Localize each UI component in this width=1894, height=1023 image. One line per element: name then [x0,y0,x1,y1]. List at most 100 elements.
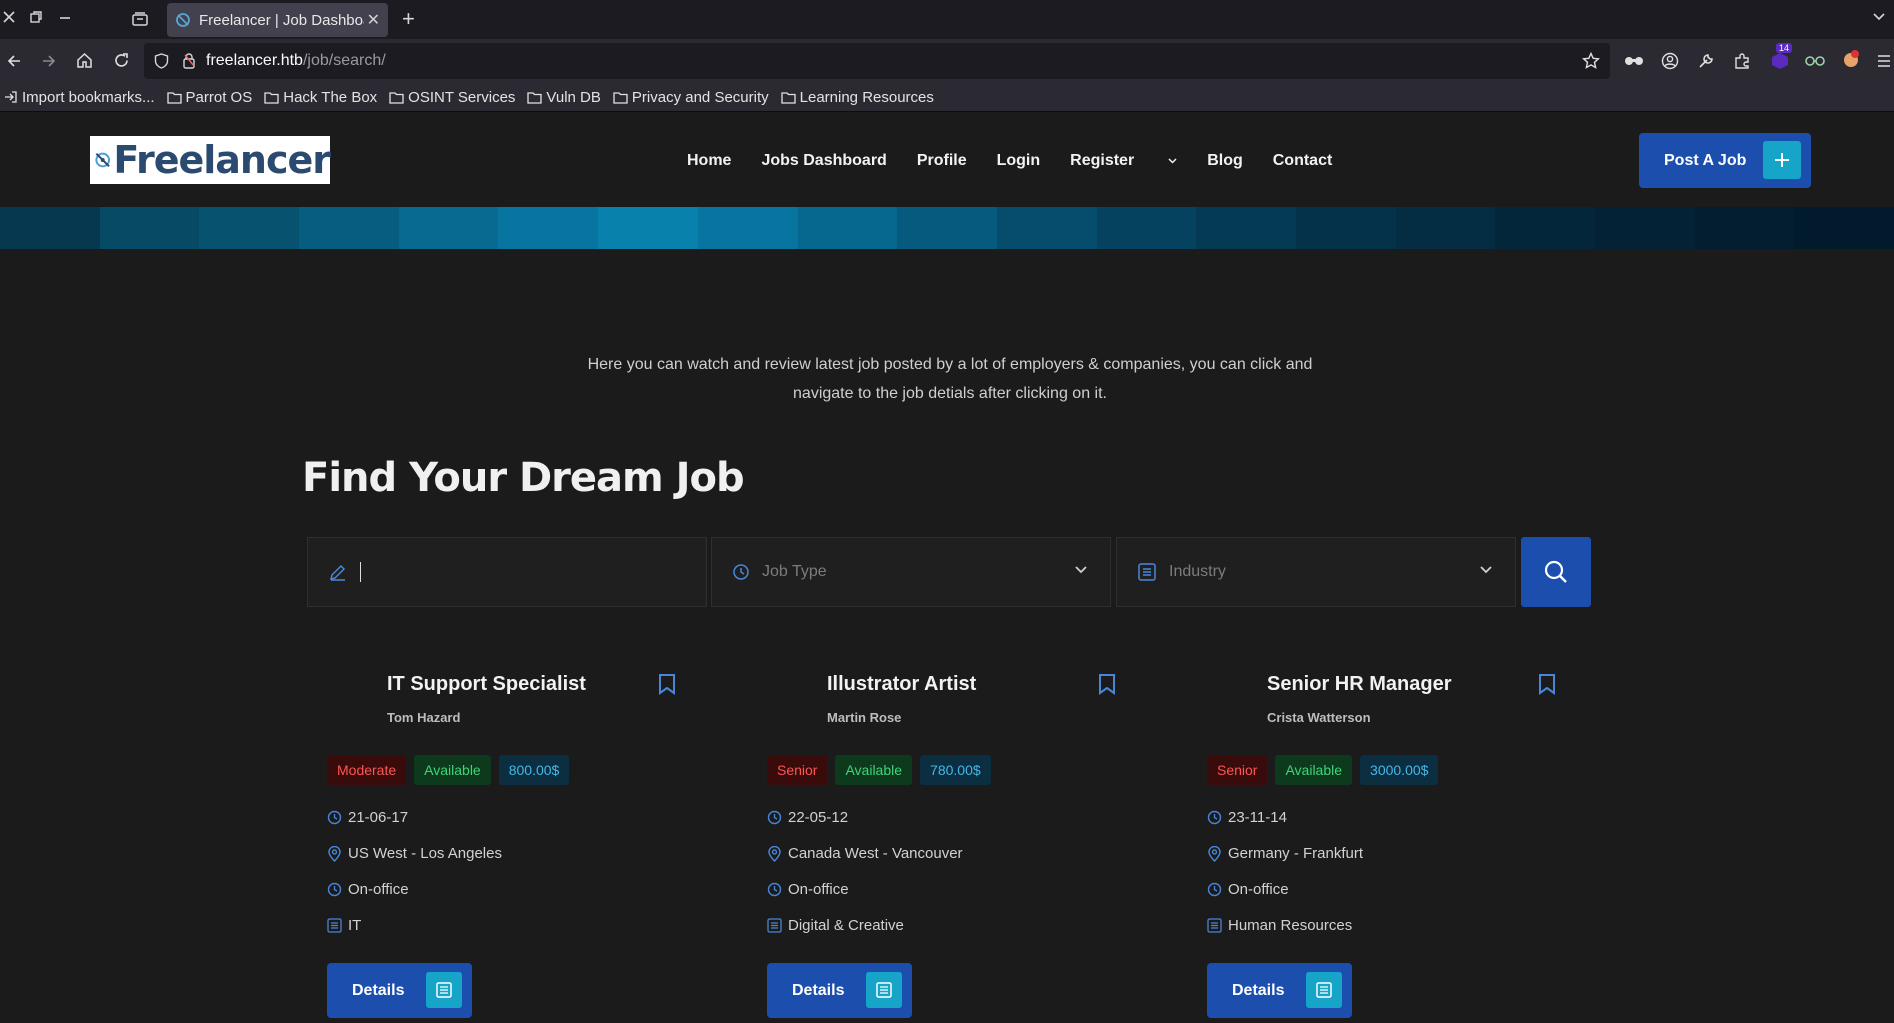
industry-placeholder: Industry [1169,563,1226,580]
pencil-icon [329,564,346,581]
status-badge: Available [414,755,491,785]
clock-icon [1207,882,1222,897]
folder-icon [613,91,628,104]
text-cursor [360,562,361,582]
extensions-puzzle-icon[interactable] [1733,52,1751,70]
job-date: 22-05-12 [767,809,848,826]
job-tags: Senior Available 3000.00$ [1207,755,1446,785]
extension-cookie-icon[interactable] [1841,49,1861,69]
restore-window-icon[interactable] [29,10,43,24]
freelancer-favicon-icon [175,12,191,28]
nav-register[interactable]: Register [1070,152,1177,170]
industry-select[interactable]: Industry [1116,537,1516,607]
bookmark-folder-privacy[interactable]: Privacy and Security [613,89,769,106]
site-logo[interactable]: Freelancer [90,136,331,184]
forward-arrow-icon[interactable] [41,53,57,69]
document-icon [866,972,902,1008]
details-button[interactable]: Details [1207,963,1352,1018]
job-type-select[interactable]: Job Type [711,537,1111,607]
salary-badge: 800.00$ [498,755,570,785]
tab-close-icon[interactable]: ✕ [367,10,380,30]
location-pin-icon [768,845,781,862]
bookmark-folder-vuln-db[interactable]: Vuln DB [527,89,601,106]
details-button[interactable]: Details [767,963,912,1018]
search-button[interactable] [1521,537,1591,607]
details-label: Details [792,981,845,999]
hero-banner-strip [0,207,1894,249]
details-label: Details [352,981,405,999]
tab-list-chevron-icon[interactable] [1872,12,1886,22]
details-button[interactable]: Details [327,963,472,1018]
bookmark-icon[interactable] [658,673,676,695]
job-type: On-office [327,881,409,898]
list-icon [1138,563,1156,581]
bookmark-icon[interactable] [1538,673,1556,695]
tab-freelancer[interactable]: Freelancer | Job Dashboard ✕ [167,3,388,37]
job-title[interactable]: Senior HR Manager [1267,673,1451,696]
nav-login[interactable]: Login [997,152,1041,170]
bookmark-import[interactable]: Import bookmarks... [4,89,155,106]
account-icon[interactable] [1661,52,1679,70]
chevron-down-icon [1480,566,1492,574]
intro-line-2: navigate to the job detials after clicki… [793,385,1107,402]
bookmark-folder-hack-the-box[interactable]: Hack The Box [264,89,377,106]
nav-profile[interactable]: Profile [917,152,967,170]
clock-icon [733,564,749,580]
clock-icon [327,810,342,825]
new-tab-icon[interactable]: + [402,8,415,30]
job-type: On-office [1207,881,1289,898]
lock-icon[interactable] [182,52,196,69]
logo-mark-icon [95,152,111,168]
tracking-shield-icon[interactable] [154,53,169,69]
nav-contact[interactable]: Contact [1273,152,1333,170]
bookmark-folder-osint[interactable]: OSINT Services [389,89,515,106]
tools-wrench-icon[interactable] [1697,52,1715,70]
bookmark-folder-learning[interactable]: Learning Resources [780,89,934,106]
job-tags: Moderate Available 800.00$ [327,755,577,785]
keyword-search-input[interactable] [307,537,707,607]
list-icon [1207,918,1222,933]
app-menu-icon[interactable] [1876,53,1892,69]
folder-icon [780,91,796,104]
job-title[interactable]: IT Support Specialist [387,673,586,696]
document-icon [1306,972,1342,1008]
job-date: 23-11-14 [1207,809,1287,826]
job-industry: IT [327,917,361,934]
document-icon [426,972,462,1008]
job-card: Senior HR Manager Crista Watterson Senio… [1195,665,1575,1023]
bookmark-icon[interactable] [1098,673,1116,695]
job-date: 21-06-17 [327,809,408,826]
post-job-button[interactable]: Post A Job [1639,133,1811,188]
chevron-down-icon [1075,566,1087,574]
minimize-window-icon[interactable] [58,10,72,24]
nav-blog[interactable]: Blog [1207,152,1243,170]
salary-badge: 780.00$ [920,755,991,785]
clock-icon [327,882,342,897]
folder-icon [389,91,404,104]
close-window-icon[interactable] [2,10,16,24]
bookmark-star-icon[interactable] [1582,52,1600,70]
details-label: Details [1232,981,1285,999]
nav-jobs-dashboard[interactable]: Jobs Dashboard [761,152,886,170]
reload-icon[interactable] [113,52,130,69]
search-icon [1544,560,1567,583]
url-bar[interactable]: freelancer.htb/job/search/ [144,43,1610,79]
extension-badge: 14 [1776,43,1793,53]
extension-glasses-icon[interactable] [1805,52,1825,68]
status-badge: Available [1275,755,1353,785]
tab-title: Freelancer | Job Dashboard [199,11,364,29]
job-industry: Human Resources [1207,917,1352,934]
import-icon [5,91,17,103]
bookmark-folder-parrot-os[interactable]: Parrot OS [166,89,252,106]
nav-home[interactable]: Home [687,152,731,170]
level-badge: Moderate [327,755,407,785]
home-icon[interactable] [76,52,93,69]
tab-overview-icon[interactable] [131,10,149,28]
job-company: Crista Watterson [1267,710,1371,725]
back-arrow-icon[interactable] [6,53,22,69]
status-badge: Available [835,755,913,785]
chevron-down-icon [1168,158,1177,164]
incognito-mask-icon[interactable] [1624,54,1644,68]
job-title[interactable]: Illustrator Artist [827,673,976,696]
job-type: On-office [767,881,849,898]
